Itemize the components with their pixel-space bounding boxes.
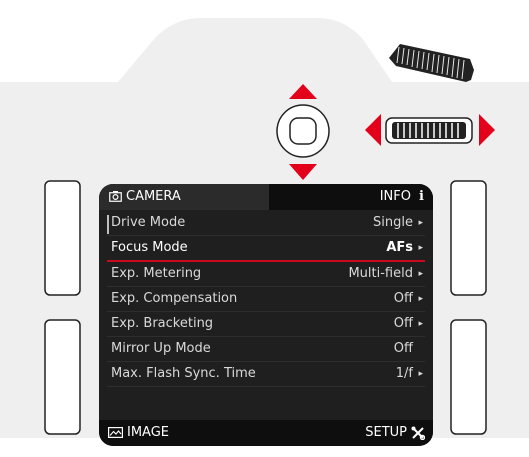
menu-item-label: Max. Flash Sync. Time bbox=[111, 366, 256, 381]
left-button-1-hit[interactable] bbox=[45, 181, 80, 295]
bottom-bar: IMAGE SETUP bbox=[99, 420, 433, 446]
left-button-2-hit[interactable] bbox=[45, 320, 80, 434]
info-icon: i bbox=[419, 189, 424, 204]
chevron-right-icon: ▸ bbox=[418, 243, 423, 253]
wheel-left-hit[interactable] bbox=[365, 114, 381, 146]
menu-tabs: CAMERA INFO i bbox=[99, 184, 433, 210]
menu-item-label: Exp. Bracketing bbox=[111, 316, 214, 331]
menu-item-value: 1/f bbox=[395, 366, 413, 381]
tab-camera[interactable]: CAMERA bbox=[99, 184, 269, 210]
setup-menu-label[interactable]: SETUP bbox=[365, 420, 407, 446]
setup-tools-icon bbox=[411, 426, 425, 440]
dpad-down-hit[interactable] bbox=[289, 164, 317, 180]
menu-item-exp-compensation[interactable]: Exp. Compensation Off ▸ bbox=[107, 287, 425, 312]
menu-item-exp-bracketing[interactable]: Exp. Bracketing Off ▸ bbox=[107, 312, 425, 337]
chevron-right-icon: ▸ bbox=[418, 218, 423, 228]
tab-camera-label: CAMERA bbox=[126, 189, 181, 204]
dpad[interactable] bbox=[276, 104, 330, 158]
menu-item-value: AFs bbox=[386, 240, 413, 255]
camera-lcd-screen: CAMERA INFO i Drive Mode Single ▸ Focus … bbox=[99, 184, 433, 446]
camera-icon bbox=[109, 191, 122, 202]
camera-back: CAMERA INFO i Drive Mode Single ▸ Focus … bbox=[0, 0, 529, 457]
menu-item-label: Mirror Up Mode bbox=[111, 341, 211, 356]
menu-item-value: Off bbox=[393, 291, 413, 306]
wheel-right-hit[interactable] bbox=[479, 114, 495, 146]
tab-info[interactable]: INFO i bbox=[269, 184, 433, 210]
menu-item-value: Off bbox=[393, 316, 413, 331]
chevron-right-icon: ▸ bbox=[418, 294, 423, 304]
image-icon bbox=[108, 427, 123, 438]
menu-item-value: Off bbox=[393, 341, 413, 356]
menu-item-max-flash-sync-time[interactable]: Max. Flash Sync. Time 1/f ▸ bbox=[107, 362, 425, 387]
chevron-right-icon: ▸ bbox=[418, 269, 423, 279]
right-button-1-hit[interactable] bbox=[451, 181, 486, 295]
chevron-right-icon: ▸ bbox=[418, 319, 423, 329]
tab-info-label: INFO bbox=[379, 189, 411, 204]
menu-item-label: Focus Mode bbox=[111, 240, 188, 255]
rear-thumbwheel[interactable] bbox=[385, 117, 473, 144]
menu-item-label: Drive Mode bbox=[111, 215, 186, 230]
menu-item-mirror-up-mode[interactable]: Mirror Up Mode Off bbox=[107, 337, 425, 362]
menu-item-exp-metering[interactable]: Exp. Metering Multi-field ▸ bbox=[107, 262, 425, 287]
menu-item-value: Single bbox=[373, 215, 413, 230]
dpad-up-hit[interactable] bbox=[289, 84, 317, 100]
menu-item-label: Exp. Metering bbox=[111, 266, 202, 281]
top-dial[interactable] bbox=[389, 44, 474, 82]
image-menu-label[interactable]: IMAGE bbox=[127, 420, 169, 446]
chevron-right-icon: ▸ bbox=[418, 369, 423, 379]
menu-item-focus-mode[interactable]: Focus Mode AFs ▸ bbox=[107, 236, 425, 262]
menu-item-drive-mode[interactable]: Drive Mode Single ▸ bbox=[107, 211, 425, 236]
menu-item-label: Exp. Compensation bbox=[111, 291, 238, 306]
menu-item-value: Multi-field bbox=[348, 266, 413, 281]
right-button-2-hit[interactable] bbox=[451, 320, 486, 434]
camera-menu-list: Drive Mode Single ▸ Focus Mode AFs ▸ Exp… bbox=[107, 211, 425, 387]
